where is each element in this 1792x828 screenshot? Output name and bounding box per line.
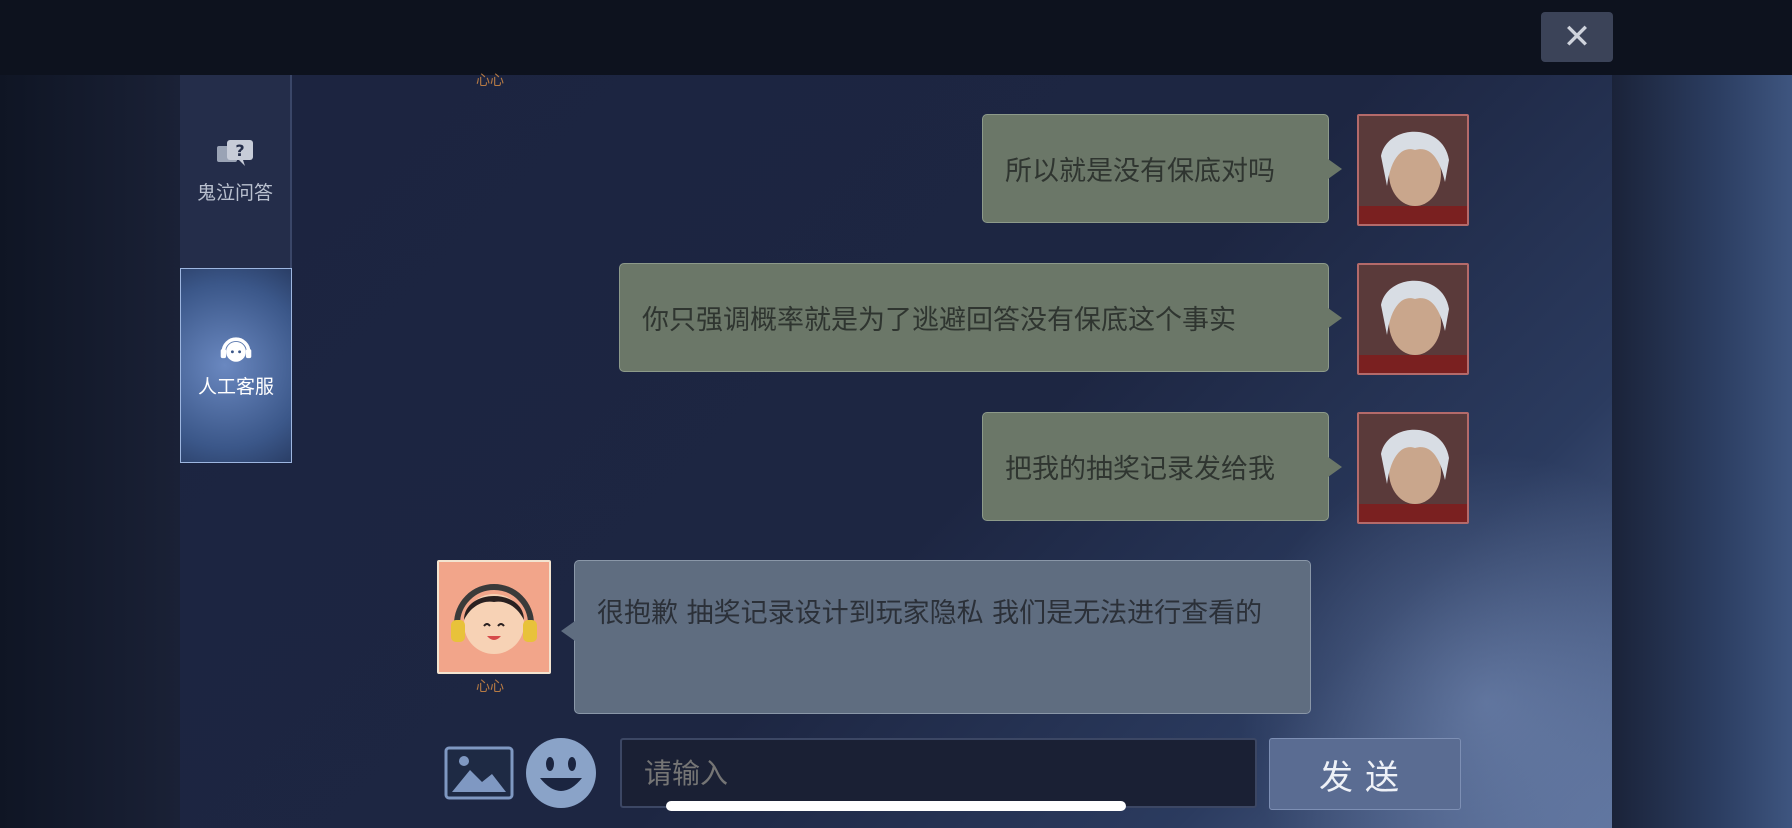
message-text: 所以就是没有保底对吗 bbox=[1005, 156, 1275, 187]
headset-icon bbox=[220, 337, 252, 362]
user-avatar[interactable] bbox=[1357, 412, 1469, 524]
tab-customer-service[interactable]: 人工客服 bbox=[180, 268, 292, 463]
svg-text:?: ? bbox=[235, 141, 244, 160]
user-avatar[interactable] bbox=[1357, 263, 1469, 375]
close-icon: ✕ bbox=[1562, 17, 1592, 57]
tab-faq-label: 鬼泣问答 bbox=[196, 182, 273, 204]
sidebar: ? 鬼泣问答 人工客服 bbox=[180, 75, 292, 828]
user-message: 所以就是没有保底对吗 bbox=[982, 114, 1342, 223]
user-message: 把我的抽奖记录发给我 bbox=[982, 412, 1342, 521]
question-chat-icon: ? bbox=[217, 140, 253, 166]
image-icon[interactable] bbox=[444, 746, 514, 800]
top-bar: ✕ bbox=[0, 0, 1792, 75]
smiley-icon[interactable] bbox=[524, 736, 598, 810]
message-text: 很抱歉 抽奖记录设计到玩家隐私 我们是无法进行查看的 bbox=[597, 598, 1263, 629]
message-text: 把我的抽奖记录发给我 bbox=[1005, 454, 1275, 485]
user-avatar-image bbox=[1359, 116, 1467, 224]
agent-avatar[interactable] bbox=[437, 560, 551, 674]
agent-avatar-image bbox=[439, 562, 549, 672]
tab-faq[interactable]: ? 鬼泣问答 bbox=[180, 75, 292, 268]
home-indicator bbox=[666, 801, 1126, 811]
close-button[interactable]: ✕ bbox=[1541, 12, 1613, 62]
user-avatar[interactable] bbox=[1357, 114, 1469, 226]
send-button-label: 发送 bbox=[1319, 757, 1411, 798]
user-message: 你只强调概率就是为了逃避回答没有保底这个事实 bbox=[619, 263, 1342, 372]
agent-name-previous: 心心 bbox=[476, 73, 504, 89]
message-text: 你只强调概率就是为了逃避回答没有保底这个事实 bbox=[642, 305, 1236, 336]
background-left bbox=[0, 75, 180, 828]
tab-customer-service-label: 人工客服 bbox=[197, 376, 274, 398]
background-right bbox=[1610, 75, 1792, 828]
user-avatar-image bbox=[1359, 265, 1467, 373]
message-input[interactable] bbox=[620, 738, 1257, 808]
agent-name: 心心 bbox=[476, 679, 504, 695]
send-button[interactable]: 发送 bbox=[1269, 738, 1461, 810]
user-avatar-image bbox=[1359, 414, 1467, 522]
agent-message: 很抱歉 抽奖记录设计到玩家隐私 我们是无法进行查看的 bbox=[561, 560, 1311, 714]
